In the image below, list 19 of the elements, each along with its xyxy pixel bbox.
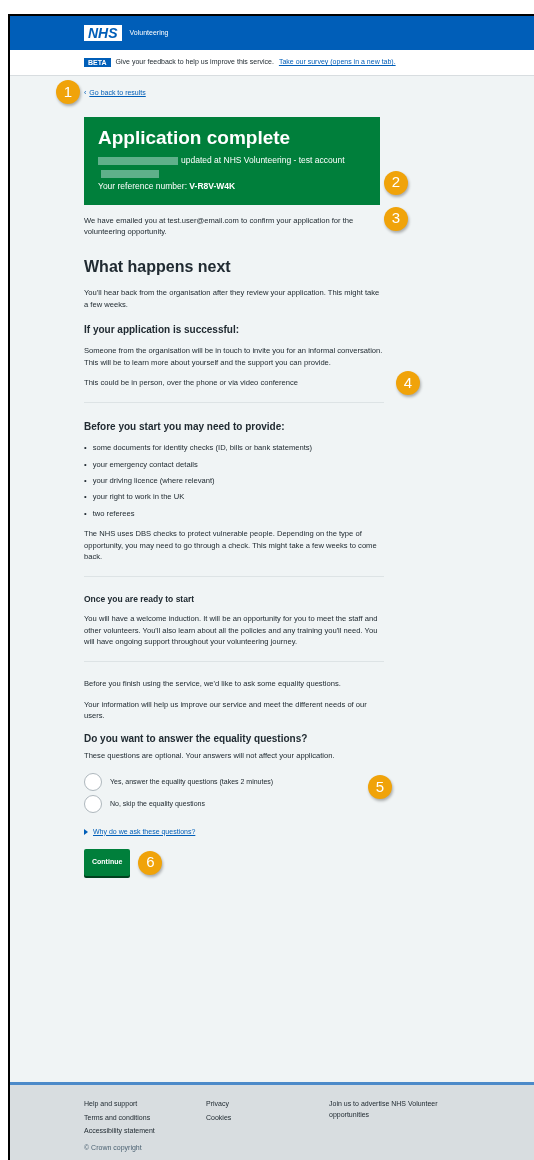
redaction-bar — [101, 169, 159, 178]
callout-badge: 3 — [384, 206, 408, 231]
radio-button[interactable] — [84, 794, 102, 813]
expand-triangle-icon — [84, 829, 88, 836]
callout-badge: 6 — [138, 850, 163, 875]
callout-badge: 4 — [396, 371, 420, 396]
panel-text: updated at NHS Volunteering - test account — [98, 154, 366, 180]
question-heading: Do you want to answer the equality questions? — [84, 731, 309, 746]
section-heading: What happens next — [84, 257, 232, 278]
reference-number: Your reference number: V-R8V-W4K — [98, 179, 237, 193]
section-heading: If your application is successful: — [84, 323, 241, 338]
callout-badge: 1 — [56, 80, 80, 104]
radio-button[interactable] — [84, 772, 102, 791]
panel-title: Application complete — [98, 126, 292, 150]
nhs-logo[interactable]: NHS — [84, 25, 122, 41]
section-heading: Before you start you may need to provide: — [84, 420, 286, 435]
section-heading: Once you are ready to start — [84, 593, 196, 607]
callout-badge: 5 — [368, 774, 392, 799]
callout-badge: 2 — [384, 170, 408, 195]
